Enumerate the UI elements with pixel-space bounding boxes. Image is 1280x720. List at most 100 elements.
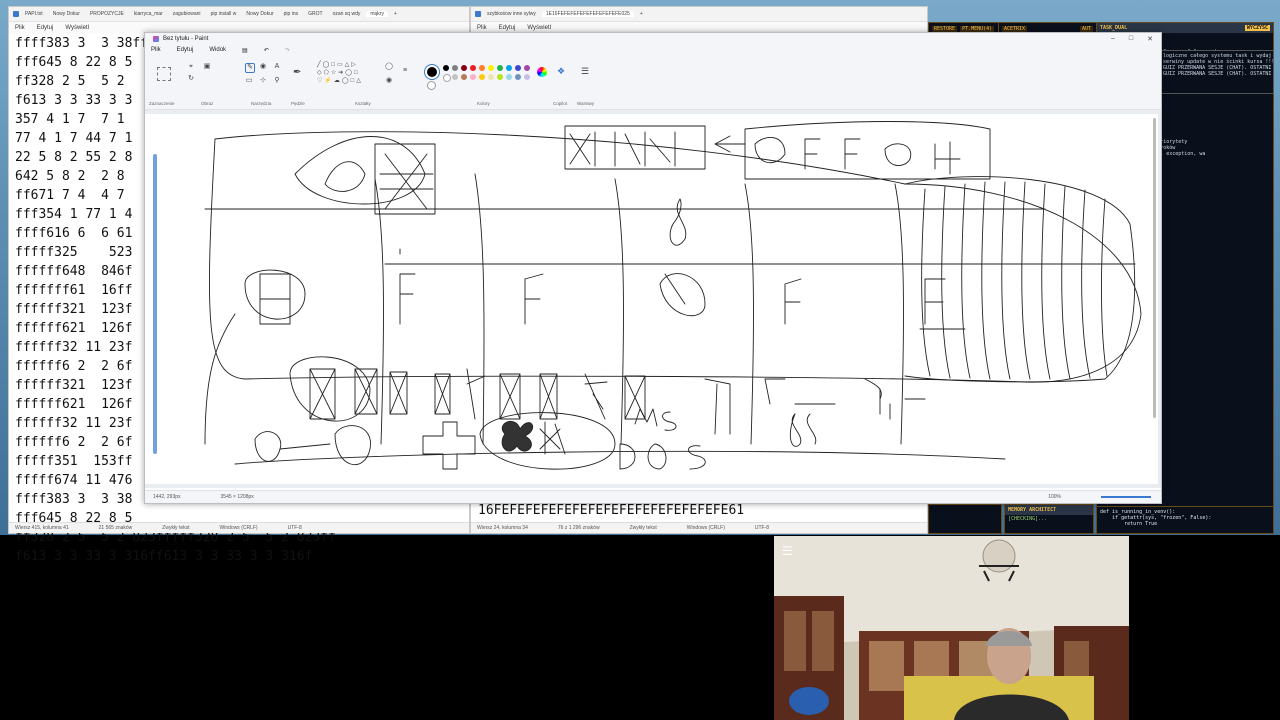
terminal-dual-title: TASK_DUAL: [1100, 25, 1128, 31]
webcam-feed: ☰: [774, 536, 1129, 720]
undo-icon[interactable]: ↶: [264, 47, 269, 54]
color-swatch[interactable]: [470, 65, 476, 71]
color-swatch[interactable]: [488, 65, 494, 71]
tab-item[interactable]: PROPOZYCJE: [86, 11, 128, 17]
menu-file[interactable]: Plik: [15, 25, 25, 31]
tab-item[interactable]: kiarryca_mar: [130, 11, 167, 17]
minimize-icon[interactable]: –: [1111, 35, 1115, 43]
color-swatch[interactable]: [515, 74, 521, 80]
crop-icon[interactable]: ⌖: [187, 63, 195, 71]
brush-icon[interactable]: ✒: [293, 68, 301, 78]
color-swatch[interactable]: [497, 74, 503, 80]
color-swatch[interactable]: [524, 74, 530, 80]
group-colors-label: Kolory: [477, 101, 490, 106]
terminal-code-panel: def is_running_in_venv(): if getattr(sys…: [1096, 506, 1274, 534]
canvas-vertical-scrollbar[interactable]: [153, 154, 157, 454]
tab-item[interactable]: szybkośow inne sylwy: [483, 11, 540, 17]
resize-icon[interactable]: ▣: [203, 63, 211, 71]
zoom-level: 100%: [1048, 494, 1061, 500]
menu-edit[interactable]: Edytuj: [37, 25, 54, 31]
menu-edit[interactable]: Edytuj: [499, 25, 516, 31]
color-swatch[interactable]: [497, 65, 503, 71]
text-icon[interactable]: A: [273, 63, 281, 71]
new-tab-button[interactable]: +: [636, 11, 647, 17]
menu-view[interactable]: Wyświetl: [527, 25, 551, 31]
secondary-color-swatch[interactable]: [427, 81, 436, 90]
stroke-size-icon[interactable]: ≡: [401, 67, 409, 75]
tab-item-active[interactable]: 1E16FEFEFEFEFEFEFEFEFEFE025: [541, 11, 634, 17]
notepad-right-tabbar: szybkośow inne sylwy 1E16FEFEFEFEFEFEFEF…: [471, 7, 927, 22]
paint-title: Bez tytułu - Paint: [163, 36, 209, 42]
color-swatch[interactable]: [524, 65, 530, 71]
tab-item[interactable]: pip install w: [207, 11, 241, 17]
selection-tool-icon[interactable]: [157, 67, 171, 81]
terminal-small-panel: [928, 504, 1002, 534]
tab-item[interactable]: Nowy Dokur: [242, 11, 277, 17]
canvas-area: [145, 110, 1161, 488]
hamburger-icon[interactable]: ☰: [782, 545, 796, 557]
menu-file[interactable]: Plik: [151, 47, 161, 53]
menu-file[interactable]: Plik: [477, 25, 487, 31]
group-brushes-label: Pędzle: [291, 101, 305, 106]
shapes-gallery-icon[interactable]: ╱◯□▭△▷ ◇⬠☆➔◯□ ♡⚡☁◯□△: [317, 61, 377, 95]
group-shapes-label: Kształty: [355, 101, 371, 106]
memory-architect-panel[interactable]: MEMORY ARCHITECT [CHECKING]...: [1004, 504, 1094, 534]
menu-edit[interactable]: Edytuj: [177, 47, 194, 53]
memory-architect-status: [CHECKING]...: [1008, 516, 1048, 522]
new-tab-button[interactable]: +: [390, 11, 401, 17]
color-picker-icon[interactable]: ⊹: [259, 77, 267, 85]
color-swatch[interactable]: [515, 65, 521, 71]
color-swatch[interactable]: [506, 74, 512, 80]
zoom-slider[interactable]: [1101, 496, 1151, 498]
color-swatch[interactable]: [452, 65, 458, 71]
tab-item[interactable]: GROT: [304, 11, 326, 17]
color-swatch[interactable]: [506, 65, 512, 71]
redo-icon[interactable]: ↷: [285, 47, 290, 54]
eraser-icon[interactable]: ▭: [245, 77, 253, 85]
magnifier-icon[interactable]: ⚲: [273, 77, 281, 85]
color-swatch[interactable]: [461, 65, 467, 71]
cursor-coordinates: 1442, 293px: [153, 494, 181, 500]
canvas-right-scrollbar[interactable]: [1153, 118, 1156, 418]
clear-button[interactable]: WYCZYŚĆ: [1244, 25, 1270, 31]
notepad-left-tabbar: PAPI.txt Nowy Dokur PROPOZYCJE kiarryca_…: [9, 7, 469, 22]
color-swatch[interactable]: [470, 74, 476, 80]
encoding: UTF-8: [754, 525, 770, 531]
tab-item[interactable]: ozan sq wdy: [329, 11, 365, 17]
color-swatch[interactable]: [479, 74, 485, 80]
close-icon[interactable]: ✕: [1147, 35, 1153, 43]
layers-icon[interactable]: ☰: [581, 67, 589, 76]
copilot-icon[interactable]: ❖: [557, 67, 565, 76]
menu-view[interactable]: Widok: [209, 47, 226, 53]
edit-colors-icon[interactable]: [537, 67, 547, 77]
paint-window[interactable]: Bez tytułu - Paint – □ ✕ Plik Edytuj Wid…: [144, 32, 1162, 504]
paint-ribbon: ⌖ ▣ ↻ ✎ ◉ A ▭ ⊹ ⚲ ✒ ╱◯□▭△▷ ◇⬠☆➔◯□ ♡⚡☁◯□△ ◯…: [145, 55, 1161, 110]
tab-item[interactable]: Nowy Dokur: [49, 11, 84, 17]
paint-titlebar: Bez tytułu - Paint – □ ✕: [145, 33, 1161, 45]
rotate-icon[interactable]: ↻: [187, 75, 195, 83]
menu-view[interactable]: Wyświetl: [65, 25, 89, 31]
color-swatch[interactable]: [443, 65, 449, 71]
outline-icon[interactable]: ◯: [385, 63, 393, 71]
tab-item[interactable]: pip ins: [280, 11, 302, 17]
color-swatch[interactable]: [488, 74, 494, 80]
color-swatch[interactable]: [452, 74, 458, 80]
color-swatch[interactable]: [461, 74, 467, 80]
paint-app-icon: [153, 36, 159, 42]
pencil-icon[interactable]: ✎: [245, 63, 255, 73]
terminal-top-output: logiczne całego systemu task i wydaj kom…: [1160, 50, 1274, 94]
tab-item-active[interactable]: mąkry: [366, 11, 388, 17]
active-color-swatch[interactable]: [425, 65, 439, 79]
color-swatch[interactable]: [443, 74, 451, 82]
tab-item[interactable]: zagubiowani: [169, 11, 205, 17]
maximize-icon[interactable]: □: [1129, 35, 1133, 43]
cursor-position: Wiersz 415, kolumna 41: [15, 525, 69, 531]
webcam-image: [774, 536, 1129, 720]
tab-item[interactable]: PAPI.txt: [21, 11, 47, 17]
fill-icon[interactable]: ◉: [259, 63, 267, 71]
drawing-canvas[interactable]: [145, 114, 1158, 484]
memory-architect-title: MEMORY ARCHITECT: [1005, 505, 1093, 515]
fill-shape-icon[interactable]: ◉: [385, 77, 393, 85]
color-swatch[interactable]: [479, 65, 485, 71]
save-icon[interactable]: ▤: [242, 47, 248, 54]
